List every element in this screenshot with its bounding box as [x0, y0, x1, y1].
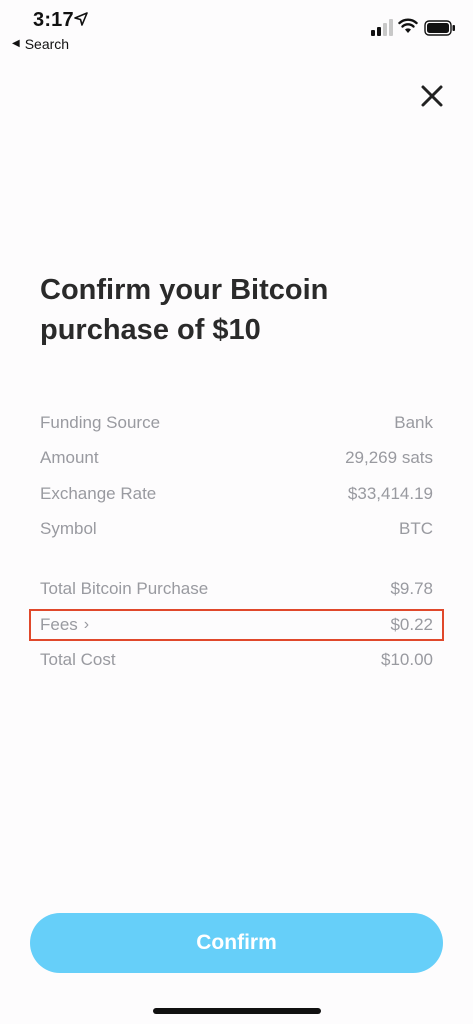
- wifi-icon: [398, 18, 418, 33]
- summary-value: $10.00: [381, 650, 433, 669]
- summary-label: Total Bitcoin Purchase: [40, 579, 209, 598]
- page-title: Confirm your Bitcoin purchase of $10: [40, 274, 329, 346]
- detail-label: Amount: [40, 448, 99, 467]
- battery-icon: [424, 20, 455, 36]
- fees-row[interactable]: Fees › $0.22: [40, 613, 433, 637]
- summary-value: $9.78: [390, 579, 433, 598]
- detail-label: Exchange Rate: [40, 484, 157, 503]
- close-icon: [421, 85, 443, 107]
- summary-row-total-bitcoin-purchase: Total Bitcoin Purchase $9.78: [40, 577, 433, 601]
- cellular-signal-icon: [371, 19, 393, 36]
- detail-label: Funding Source: [40, 413, 161, 432]
- detail-row-funding-source: Funding Source Bank: [40, 411, 433, 435]
- fees-label-group[interactable]: Fees ›: [40, 615, 89, 635]
- back-to-search-link[interactable]: ◀ Search: [12, 35, 69, 53]
- home-indicator: [153, 1008, 321, 1014]
- confirm-button[interactable]: Confirm: [30, 913, 443, 973]
- detail-value: 29,269 sats: [345, 448, 433, 467]
- detail-value: Bank: [394, 413, 433, 432]
- close-button[interactable]: [416, 80, 448, 112]
- fees-label: Fees: [40, 615, 78, 634]
- back-label: Search: [24, 36, 70, 52]
- chevron-right-icon: ›: [83, 616, 90, 633]
- detail-row-symbol: Symbol BTC: [40, 517, 433, 541]
- summary-row-total-cost: Total Cost $10.00: [40, 648, 433, 672]
- location-arrow-icon: [74, 12, 88, 26]
- back-triangle-icon: ◀: [12, 38, 20, 49]
- confirm-purchase-screen: 3:17 ◀ Search Confirm your Bitcoin purch…: [0, 0, 473, 1024]
- status-time: 3:17: [33, 9, 74, 31]
- detail-row-amount: Amount 29,269 sats: [40, 446, 433, 470]
- fees-value: $0.22: [390, 615, 433, 634]
- detail-label: Symbol: [40, 519, 97, 538]
- detail-value: BTC: [399, 519, 433, 538]
- summary-label: Total Cost: [40, 650, 116, 669]
- detail-value: $33,414.19: [347, 484, 433, 503]
- detail-row-exchange-rate: Exchange Rate $33,414.19: [40, 482, 433, 506]
